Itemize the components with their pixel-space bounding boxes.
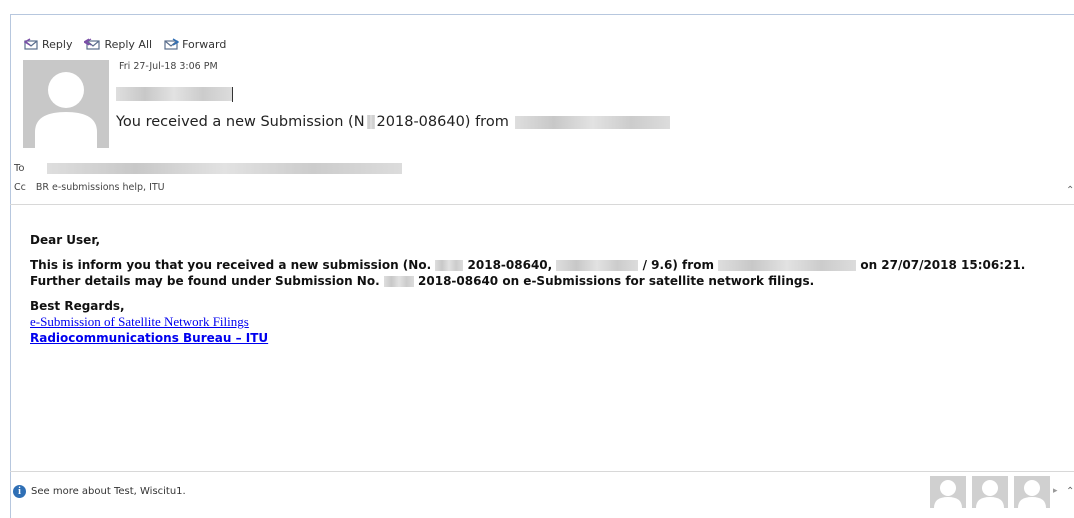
person-thumbnail[interactable] [972,476,1008,508]
people-thumbnails [930,476,1056,508]
see-more-text[interactable]: See more about Test, Wiscitu1. [31,486,186,497]
text-caret [232,87,233,102]
avatar-icon [35,72,97,148]
body-line-1: This is inform you that you received a n… [30,257,1025,273]
info-icon: i [13,485,26,498]
line2-redacted [383,276,414,287]
line1-part-c: / 9.6) from [642,258,714,272]
header-divider [10,204,1074,205]
sender-avatar[interactable] [23,60,109,148]
subject-number: 2018-08640) from [376,114,509,130]
greeting: Dear User, [30,233,101,247]
reply-all-icon [84,38,101,50]
subject-redacted [366,115,375,129]
forward-label: Forward [182,37,227,51]
footer-divider [10,471,1074,472]
line2-part-b: 2018-08640 on e-Submissions for satellit… [418,274,815,288]
forward-icon [164,38,180,50]
line1-redacted-3 [718,260,857,271]
message-subject: You received a new Submission (N 2018-08… [116,114,670,130]
person-icon [976,480,1004,508]
reply-button[interactable]: Reply [24,38,72,51]
person-icon [1018,480,1046,508]
expand-people-pane-icon[interactable]: ⌃ [1066,486,1074,497]
regards: Best Regards, [30,299,125,313]
body-line-2: Further details may be found under Submi… [30,273,814,289]
forward-button[interactable]: Forward [164,38,226,51]
reply-all-label: Reply All [104,37,153,51]
itu-link[interactable]: Radiocommunications Bureau – ITU [30,330,268,346]
more-people-arrow-icon[interactable]: ▸ [1053,486,1058,496]
line1-part-a: This is inform you that you received a n… [30,258,432,272]
line1-part-d: on 27/07/2018 15:06:21. [860,258,1026,272]
to-label: To [14,163,25,174]
esubmission-link[interactable]: e-Submission of Satellite Network Filing… [30,314,249,330]
person-thumbnail[interactable] [1014,476,1050,508]
line1-redacted-1 [435,260,464,271]
cc-line: Cc BR e-submissions help, ITU [14,182,175,193]
to-recipients-redacted[interactable] [46,163,402,174]
cc-recipient[interactable]: BR e-submissions help, ITU [36,182,165,193]
people-pane-bar[interactable]: i See more about Test, Wiscitu1. [13,485,186,498]
reply-all-button[interactable]: Reply All [84,38,152,51]
to-line: To [14,163,402,174]
line1-redacted-2 [556,260,639,271]
reply-icon [24,38,38,50]
subject-prefix: You received a new Submission (N [116,114,365,130]
subject-from-redacted [514,115,670,129]
expand-header-icon[interactable]: ⌃ [1066,185,1074,196]
line2-part-a: Further details may be found under Submi… [30,274,380,288]
sent-date: Fri 27-Jul-18 3:06 PM [119,61,218,72]
person-thumbnail[interactable] [930,476,966,508]
reply-label: Reply [42,37,73,51]
person-icon [934,480,962,508]
line1-part-b: 2018-08640, [467,258,553,272]
action-bar: Reply Reply All Forward [24,36,238,52]
sender-name-redacted [116,87,232,101]
cc-label: Cc [14,182,26,193]
